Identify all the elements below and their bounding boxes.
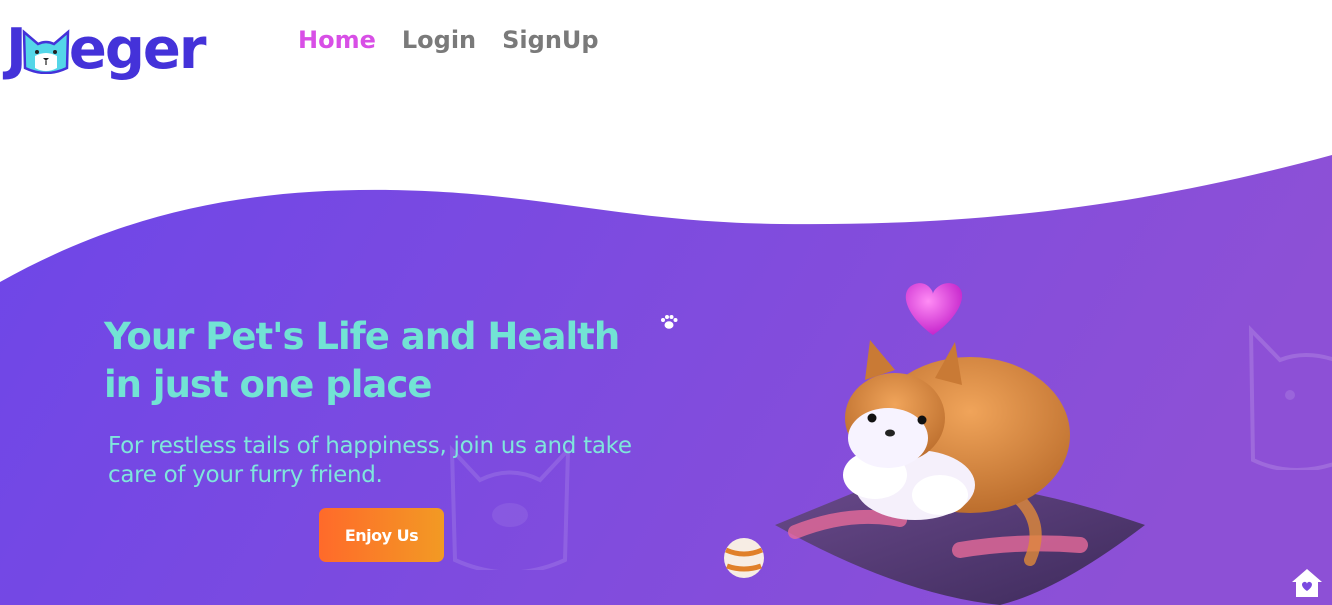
nav-home-link[interactable]: Home xyxy=(298,26,376,54)
logo-letters-end: eger xyxy=(68,16,207,82)
ball xyxy=(724,538,764,578)
home-heart-icon[interactable] xyxy=(1290,567,1324,599)
enjoy-us-button[interactable]: Enjoy Us xyxy=(319,508,444,562)
heart-icon xyxy=(905,283,963,335)
hero-title: Your Pet's Life and Health in just one p… xyxy=(104,315,620,406)
brand-logo[interactable]: J eger xyxy=(6,14,207,84)
nav-login-link[interactable]: Login xyxy=(402,26,476,54)
nav-signup-link[interactable]: SignUp xyxy=(502,26,598,54)
cat-face-icon xyxy=(22,29,70,74)
page: J eger Home Login SignUp Your Pet's Life… xyxy=(0,0,1332,605)
hero-subtitle: For restless tails of happiness, join us… xyxy=(108,433,632,488)
corgi-illustration xyxy=(724,283,1145,605)
paw-icon xyxy=(661,315,678,329)
main-nav: Home Login SignUp xyxy=(298,26,625,54)
ghost-cat-right xyxy=(1248,324,1332,470)
